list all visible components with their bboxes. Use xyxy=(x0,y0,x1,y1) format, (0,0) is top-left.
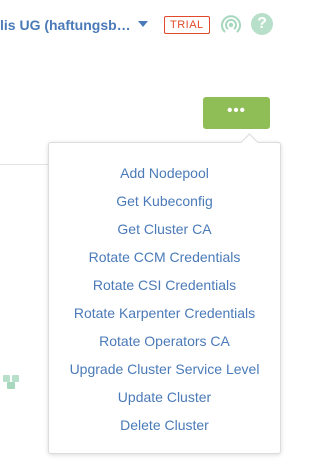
actions-dropdown-menu: Add Nodepool Get Kubeconfig Get Cluster … xyxy=(48,133,281,454)
help-icon[interactable]: ? xyxy=(251,13,273,35)
menu-item-delete-cluster[interactable]: Delete Cluster xyxy=(49,411,280,439)
actions-menu-button[interactable]: ••• xyxy=(203,97,270,129)
menu-item-update-cluster[interactable]: Update Cluster xyxy=(49,383,280,411)
dropdown-arrow xyxy=(240,133,259,152)
menu-item-rotate-karpenter-credentials[interactable]: Rotate Karpenter Credentials xyxy=(49,299,280,327)
nodes-icon xyxy=(3,375,19,389)
menu-item-rotate-csi-credentials[interactable]: Rotate CSI Credentials xyxy=(49,271,280,299)
chevron-down-icon[interactable] xyxy=(138,21,148,27)
organization-selector[interactable]: lis UG (haftungsb… xyxy=(0,16,131,34)
menu-item-get-cluster-ca[interactable]: Get Cluster CA xyxy=(49,215,280,243)
trial-badge: TRIAL xyxy=(164,16,210,34)
menu-item-add-nodepool[interactable]: Add Nodepool xyxy=(49,159,280,187)
menu-item-upgrade-cluster-service-level[interactable]: Upgrade Cluster Service Level xyxy=(49,355,280,383)
panel-divider xyxy=(0,164,48,165)
menu-item-rotate-operators-ca[interactable]: Rotate Operators CA xyxy=(49,327,280,355)
menu-item-get-kubeconfig[interactable]: Get Kubeconfig xyxy=(49,187,280,215)
signal-icon[interactable] xyxy=(220,13,242,35)
menu-list: Add Nodepool Get Kubeconfig Get Cluster … xyxy=(49,159,280,439)
menu-item-rotate-ccm-credentials[interactable]: Rotate CCM Credentials xyxy=(49,243,280,271)
